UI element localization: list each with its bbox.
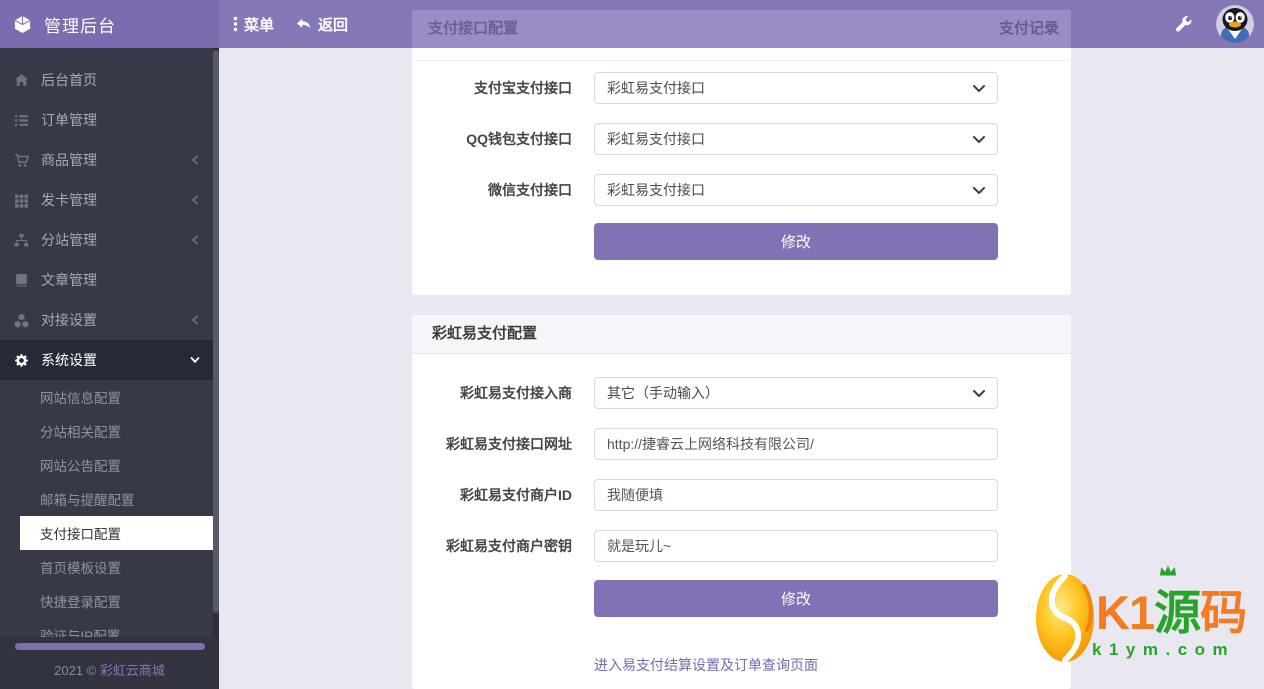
wechat-gateway-label: 微信支付接口 (488, 182, 572, 198)
grid-icon (14, 193, 29, 208)
sidebar-item-label: 文章管理 (41, 272, 97, 288)
sidebar-item-label: 对接设置 (41, 312, 97, 328)
payment-interface-card: 支付宝支付接口 彩虹易支付接口 QQ钱包支付接口 彩虹易支付接口 微信支付接口 … (412, 10, 1071, 295)
sidebar-scrollbar-thumb[interactable] (213, 50, 219, 613)
sidebar-item-label: 发卡管理 (41, 192, 97, 208)
wrench-icon[interactable] (1175, 15, 1192, 33)
epay-settlement-link[interactable]: 进入易支付结算设置及订单查询页面 (594, 655, 818, 675)
sidebar-item-cards[interactable]: 发卡管理 (0, 180, 213, 220)
submenu-item-email-reminder[interactable]: 邮箱与提醒配置 (0, 482, 213, 516)
watermark-yuan: 源 (1154, 586, 1201, 639)
cart-icon (14, 153, 29, 168)
watermark-k1: K1 (1096, 586, 1155, 639)
top-navbar: 支付接口配置 支付记录 菜单 返回 (219, 0, 1264, 48)
topbar-left-group: 菜单 返回 (233, 0, 348, 48)
submenu-label: 支付接口配置 (40, 527, 121, 542)
qq-wallet-gateway-label: QQ钱包支付接口 (466, 131, 572, 147)
submenu-item-site-info[interactable]: 网站信息配置 (0, 380, 213, 414)
avatar[interactable] (1216, 5, 1254, 43)
epay-merchant-key-label: 彩虹易支付商户密钥 (446, 538, 572, 554)
chevron-left-icon (190, 155, 200, 165)
copyright-text: 2021 © (54, 663, 100, 678)
epay-merchant-id-input[interactable] (594, 479, 998, 511)
submenu-label: 邮箱与提醒配置 (40, 493, 135, 508)
epay-provider-label: 彩虹易支付接入商 (460, 385, 572, 401)
watermark-domain: k1ym.com (1092, 640, 1236, 659)
select-value: 彩虹易支付接口 (607, 182, 705, 198)
chevron-down-icon (973, 187, 985, 195)
kebab-menu-icon (233, 16, 238, 32)
watermark-ma: 码 (1200, 586, 1247, 639)
page-header-strip: 支付接口配置 支付记录 (412, 10, 1071, 48)
crown-icon (1158, 564, 1178, 577)
back-button[interactable]: 返回 (296, 14, 348, 35)
sidebar-item-label: 分站管理 (41, 232, 97, 248)
epay-provider-select[interactable]: 其它（手动输入） (594, 377, 998, 409)
chevron-down-icon (190, 355, 200, 365)
alipay-gateway-label: 支付宝支付接口 (474, 80, 572, 96)
qq-wallet-gateway-select[interactable]: 彩虹易支付接口 (594, 123, 998, 155)
back-arrow-icon (296, 18, 312, 31)
cubes-icon (14, 313, 29, 328)
submenu-item-payment-interface[interactable]: 支付接口配置 (20, 516, 217, 550)
modify-button[interactable]: 修改 (594, 580, 998, 617)
chevron-left-icon (190, 315, 200, 325)
sidebar-item-label: 系统设置 (41, 352, 97, 368)
book-icon (14, 273, 29, 288)
sidebar-item-products[interactable]: 商品管理 (0, 140, 213, 180)
wechat-gateway-select[interactable]: 彩虹易支付接口 (594, 174, 998, 206)
submenu-item-home-template[interactable]: 首页模板设置 (0, 550, 213, 584)
chevron-left-icon (190, 195, 200, 205)
list-icon (14, 113, 29, 128)
submenu-label: 网站信息配置 (40, 391, 121, 406)
modify-button[interactable]: 修改 (594, 223, 998, 260)
epay-url-input[interactable] (594, 428, 998, 460)
submenu-item-quick-login[interactable]: 快捷登录配置 (0, 584, 213, 618)
cube-logo-icon (13, 15, 32, 34)
select-value: 彩虹易支付接口 (607, 80, 705, 96)
horizontal-scrollbar-thumb[interactable] (15, 643, 205, 650)
sitemap-icon (14, 233, 29, 248)
epay-config-card: 彩虹易支付配置 彩虹易支付接入商 其它（手动输入） 彩虹易支付接口网址 彩虹易支… (412, 315, 1071, 689)
submenu-label: 网站公告配置 (40, 459, 121, 474)
topbar-right-group (1175, 0, 1254, 48)
alipay-gateway-select[interactable]: 彩虹易支付接口 (594, 72, 998, 104)
brand[interactable]: 管理后台 (0, 0, 219, 48)
select-value: 彩虹易支付接口 (607, 131, 705, 147)
chevron-left-icon (190, 235, 200, 245)
sidebar-item-system-settings[interactable]: 系统设置 (0, 340, 213, 380)
sidebar-item-substations[interactable]: 分站管理 (0, 220, 213, 260)
sidebar-item-label: 订单管理 (41, 112, 97, 128)
chevron-down-icon (973, 136, 985, 144)
submenu-item-announcement[interactable]: 网站公告配置 (0, 448, 213, 482)
submenu-label: 首页模板设置 (40, 561, 121, 576)
epay-merchant-key-input[interactable] (594, 530, 998, 562)
menu-toggle-button[interactable]: 菜单 (233, 14, 274, 35)
submenu-label: 分站相关配置 (40, 425, 121, 440)
chevron-down-icon (973, 85, 985, 93)
home-icon (14, 73, 29, 88)
sidebar-item-label: 后台首页 (41, 72, 97, 88)
epay-card-title: 彩虹易支付配置 (412, 315, 1071, 354)
submenu-item-substation-config[interactable]: 分站相关配置 (0, 414, 213, 448)
payment-records-link[interactable]: 支付记录 (999, 10, 1059, 48)
gear-icon (14, 353, 29, 368)
chevron-down-icon (973, 390, 985, 398)
epay-merchant-id-label: 彩虹易支付商户ID (460, 487, 572, 503)
brand-title: 管理后台 (44, 16, 116, 36)
page-title: 支付接口配置 (428, 20, 519, 37)
sidebar: 管理后台 后台首页 订单管理 商品管理 发卡管理 分站管理 文章管理 对接设置 … (0, 0, 219, 689)
menu-label: 菜单 (244, 16, 275, 34)
sidebar-item-docking[interactable]: 对接设置 (0, 300, 213, 340)
watermark-title: K1源码 (1096, 574, 1247, 643)
select-value: 其它（手动输入） (607, 385, 719, 401)
submenu-label: 快捷登录配置 (40, 595, 121, 610)
sidebar-item-label: 商品管理 (41, 152, 97, 168)
sidebar-item-home[interactable]: 后台首页 (0, 60, 213, 100)
epay-url-label: 彩虹易支付接口网址 (446, 436, 572, 452)
sidebar-item-orders[interactable]: 订单管理 (0, 100, 213, 140)
back-label: 返回 (318, 16, 349, 34)
footer-brand-link[interactable]: 彩虹云商城 (100, 663, 165, 678)
sidebar-item-articles[interactable]: 文章管理 (0, 260, 213, 300)
